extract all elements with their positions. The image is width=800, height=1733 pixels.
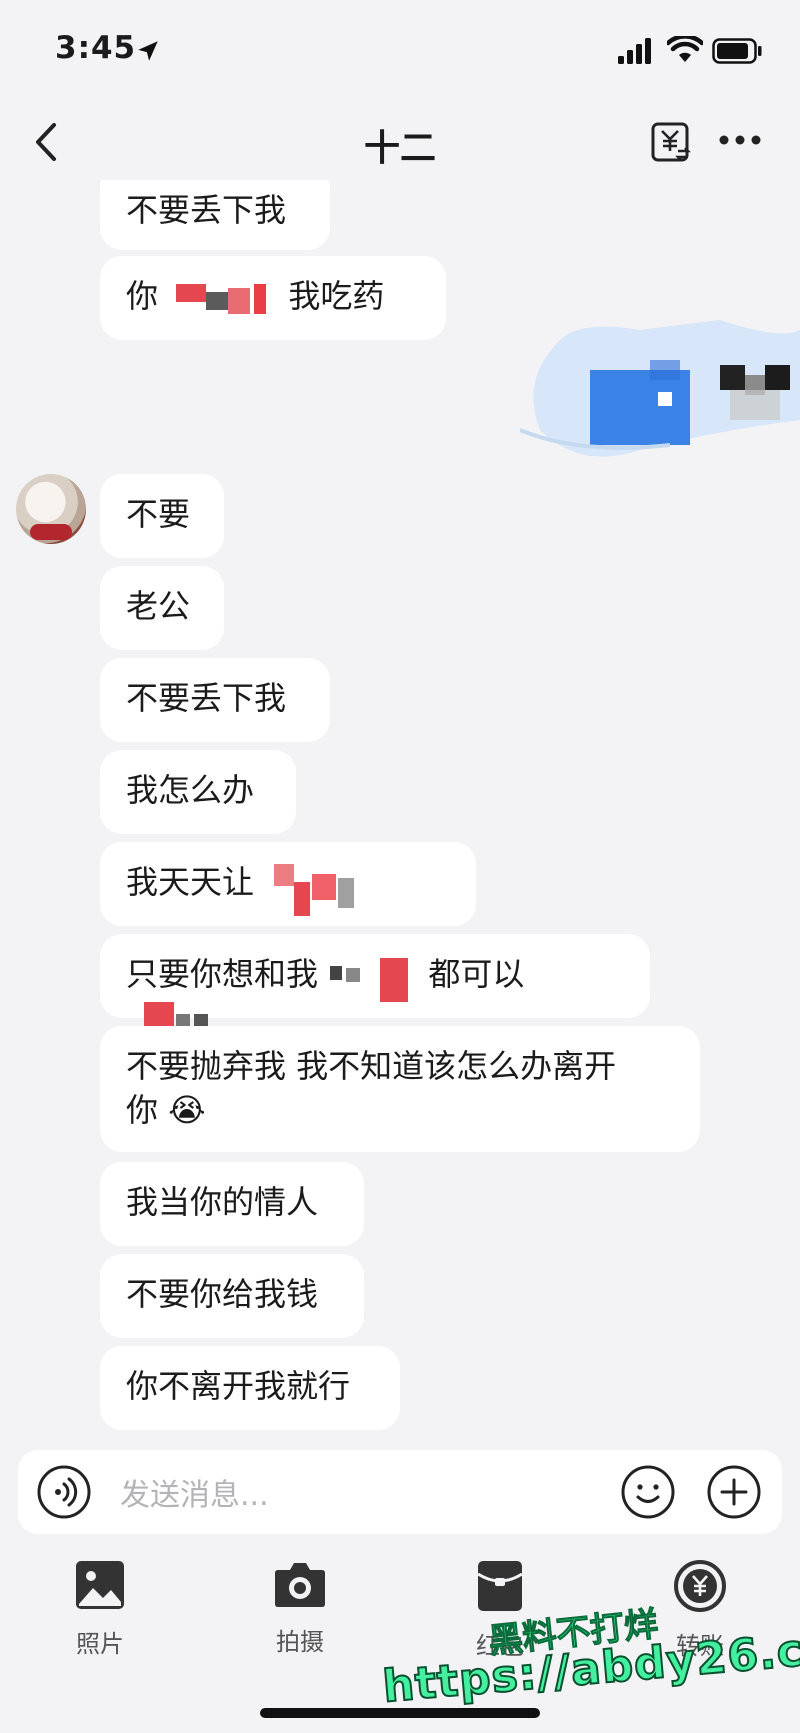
cellular-signal-icon [618,38,651,64]
message-text: 我怎么办 [126,771,255,809]
message-text: 我吃药 [288,277,385,315]
message-text: 不要 [126,495,191,533]
message-bubble[interactable]: 不要你给我钱 [100,1254,364,1338]
message-text: 你不离开我就行 [126,1367,351,1405]
message-text: 我当你的情人 [126,1183,319,1221]
message-bubble[interactable]: 你 我吃药 [100,256,446,340]
message-bubble[interactable]: 不要丢下我 [100,658,330,742]
photo-icon [76,1561,124,1609]
status-bar: 3:45 [0,0,800,100]
message-text: 都可以 [428,955,525,993]
message-text: 你 [126,1091,159,1129]
mosaic-redaction [264,862,384,916]
message-text: 不要你给我钱 [126,1275,319,1313]
message-bubble[interactable]: 你不离开我就行 [100,1346,400,1430]
mosaic-redaction [168,278,278,318]
message-bubble[interactable]: 老公 [100,566,224,650]
blurred-sticker-image[interactable] [520,280,800,480]
message-bubble[interactable]: 只要你想和我 都可以 [100,934,650,1046]
battery-icon [712,38,762,64]
message-text: 你 [126,277,159,315]
mosaic-redaction [328,954,418,1002]
message-input[interactable]: 发送消息... [120,1470,269,1514]
location-arrow-icon [138,41,158,61]
message-text: 老公 [126,587,191,625]
message-bubble[interactable]: 不要抛弃我 我不知道该怎么办离开 你 😭 [100,1026,700,1152]
message-text: 不要丢下我 [126,679,287,717]
status-time: 3:45 [55,30,137,66]
tool-label: 照片 [76,1630,124,1658]
wifi-icon [667,36,703,62]
transfer-yuan-icon[interactable] [650,121,692,163]
voice-input-icon[interactable] [36,1464,92,1520]
message-bubble[interactable]: 不要 [100,474,224,558]
message-text: 我天天让 [126,863,255,901]
crying-face-emoji: 😭 [168,1091,206,1129]
message-bubble[interactable]: 我怎么办 [100,750,296,834]
tool-camera[interactable]: 拍摄 [240,1550,360,1657]
tool-label: 拍摄 [276,1628,324,1656]
camera-icon [275,1563,325,1607]
message-list[interactable]: 不要丢下我 你 我吃药 不要 老公 不要丢下我 我怎么办 我天天让 只要你想和我… [0,180,800,1440]
plus-icon[interactable] [706,1464,762,1520]
emoji-icon[interactable] [620,1464,676,1520]
home-indicator[interactable] [260,1708,540,1718]
message-text: 不要丢下我 [126,191,287,229]
red-packet-icon [477,1561,523,1611]
transfer-icon [674,1560,726,1612]
message-input-bar: 发送消息... [18,1450,782,1534]
chat-header: 十二 [0,105,800,180]
more-options-icon[interactable] [718,131,762,149]
tool-photo[interactable]: 照片 [40,1550,160,1659]
message-bubble[interactable]: 不要丢下我 [100,180,330,250]
contact-avatar[interactable] [16,474,86,544]
message-text: 不要抛弃我 我不知道该怎么办离开 [126,1047,617,1085]
message-text: 只要你想和我 [126,955,319,993]
message-bubble[interactable]: 我当你的情人 [100,1162,364,1246]
message-bubble[interactable]: 我天天让 [100,842,476,926]
